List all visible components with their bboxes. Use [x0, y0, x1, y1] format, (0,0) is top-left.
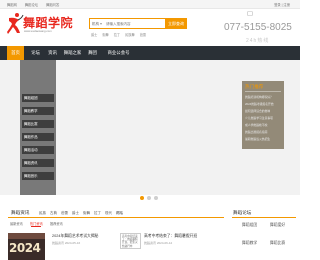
category-item[interactable]: 舞蹈活动	[22, 146, 54, 154]
nav-item-troupe[interactable]: 舞团	[84, 46, 101, 60]
category-item[interactable]: 舞蹈作品	[22, 133, 54, 141]
forum-link[interactable]: 舞蹈组团	[242, 223, 257, 228]
section-title: 舞蹈资讯	[11, 210, 30, 215]
news-image[interactable]: 高考中考结束了：舞蹈暑假开班，招生火热进行中	[120, 233, 141, 249]
nav-item-news[interactable]: 资讯	[44, 46, 61, 60]
hot-keyword[interactable]: 芭蕾	[140, 32, 146, 37]
phone-icon	[247, 11, 253, 16]
divider	[245, 91, 281, 92]
news-meta: 舞蹈资讯 2024-05-16	[52, 241, 81, 245]
site-logo[interactable]: 舞蹈学院 www.wudaowang.com	[6, 12, 73, 40]
top-link[interactable]: 舞蹈网	[7, 2, 17, 7]
news-section: 舞蹈资讯 民族 古典 芭蕾 爵士 街舞 拉丁 现代 踢踏 最新资讯 热门资讯 推…	[8, 208, 224, 260]
category-item[interactable]: 舞蹈资讯	[22, 159, 54, 167]
news-header: 舞蹈资讯 民族 古典 芭蕾 爵士 街舞 拉丁 现代 踢踏	[8, 208, 224, 218]
forum-panel: 舞蹈论坛 舞蹈组团 舞蹈爱好 舞蹈教学 舞蹈比赛	[232, 208, 296, 260]
login-register-link[interactable]: 登录 | 注册	[274, 2, 290, 7]
thumbnail-band	[8, 233, 45, 239]
category-item[interactable]: 舞蹈音乐	[22, 172, 54, 180]
nav-item-dance-home[interactable]: 舞蹈之家	[61, 46, 84, 60]
news-tab[interactable]: 踢踏	[116, 211, 123, 216]
nav-item-forum[interactable]: 论坛	[27, 46, 44, 60]
category-item[interactable]: 舞蹈组团	[22, 94, 54, 102]
carousel-dot[interactable]	[154, 196, 158, 200]
sub-tab[interactable]: 最新资讯	[10, 221, 23, 226]
category-item[interactable]: 舞蹈教学	[22, 107, 54, 115]
notice-item[interactable]: 如何选择适合的舞种	[245, 108, 283, 114]
thumbnail-year: 2024	[9, 241, 41, 255]
dancer-logo-icon	[7, 13, 24, 34]
news-meta: 舞蹈资讯 2024-06-12	[144, 241, 173, 245]
forum-header: 舞蹈论坛	[232, 208, 296, 218]
hot-keyword[interactable]: 拉丁	[114, 32, 120, 37]
hot-recommend-panel: 热门推荐 舞蹈培训机构哪家好？ 2024舞蹈考级报名开始 如何选择适合的舞种 少…	[242, 81, 284, 149]
forum-link[interactable]: 舞蹈比赛	[270, 241, 285, 246]
hotline-label: 24h热线	[246, 38, 270, 44]
news-thumbnail[interactable]: 2024	[8, 233, 45, 260]
logo-domain: www.wudaowang.com	[24, 29, 52, 33]
category-menu: 舞蹈组团 舞蹈教学 舞蹈比赛 舞蹈作品 舞蹈活动 舞蹈资讯 舞蹈音乐	[20, 60, 56, 195]
notice-item[interactable]: 舞蹈比赛报名指南	[245, 129, 283, 135]
top-link[interactable]: 舞蹈问答	[46, 2, 59, 7]
news-tab[interactable]: 街舞	[83, 211, 90, 216]
panel-title: 热门推荐	[245, 84, 264, 89]
news-tab[interactable]: 现代	[105, 211, 112, 216]
hotline-number: 077-5155-8025	[224, 22, 292, 33]
top-bar: 舞蹈网 舞蹈论坛 舞蹈问答 登录 | 注册	[0, 0, 300, 9]
hot-keywords: 爵士 街舞 拉丁 民族舞 芭蕾	[91, 32, 146, 37]
chevron-down-icon	[100, 23, 102, 25]
news-sub-tabs: 最新资讯 热门资讯 推荐资讯	[8, 221, 224, 228]
notice-item[interactable]: 少儿舞蹈学习注意事项	[245, 115, 283, 121]
section-title: 舞蹈论坛	[233, 210, 252, 215]
search-box: 机构 立即查询	[89, 18, 187, 29]
hot-keyword[interactable]: 爵士	[91, 32, 97, 37]
news-tab[interactable]: 民族	[39, 211, 46, 216]
carousel-dot[interactable]	[140, 196, 144, 200]
notice-item[interactable]: 成人学舞蹈晚不晚	[245, 122, 283, 128]
top-link[interactable]: 舞蹈论坛	[25, 2, 38, 7]
search-input[interactable]	[106, 20, 166, 28]
category-item[interactable]: 舞蹈比赛	[22, 120, 54, 128]
sub-tab[interactable]: 推荐资讯	[50, 221, 63, 226]
news-category-tabs: 民族 古典 芭蕾 爵士 街舞 拉丁 现代 踢踏	[39, 211, 123, 216]
site-header: 舞蹈学院 www.wudaowang.com 机构 立即查询 爵士 街舞 拉丁 …	[0, 9, 300, 46]
forum-link[interactable]: 舞蹈爱好	[270, 223, 285, 228]
forum-link[interactable]: 舞蹈教学	[242, 241, 257, 246]
hot-keyword[interactable]: 民族舞	[125, 32, 135, 37]
hot-keyword[interactable]: 街舞	[102, 32, 108, 37]
carousel-dot[interactable]	[147, 196, 151, 200]
notice-item[interactable]: 舞蹈培训机构哪家好？	[245, 94, 283, 100]
nav-item-home[interactable]: 首页	[7, 46, 24, 60]
nav-item-business[interactable]: 商业公会号	[104, 46, 133, 60]
news-title[interactable]: 2024年舞蹈艺术考试大揭秘	[52, 234, 98, 239]
notice-item[interactable]: 暑期舞蹈班火热招生	[245, 136, 283, 142]
top-links: 舞蹈网 舞蹈论坛 舞蹈问答	[7, 2, 59, 7]
news-tab[interactable]: 古典	[50, 211, 57, 216]
carousel-indicators	[140, 196, 158, 200]
news-title[interactable]: 高考中考结束了：舞蹈暑假开班	[144, 234, 197, 239]
news-tab[interactable]: 拉丁	[94, 211, 101, 216]
active-tab-underline	[31, 226, 41, 227]
news-tab[interactable]: 芭蕾	[61, 211, 68, 216]
notice-item[interactable]: 2024舞蹈考级报名开始	[245, 101, 283, 107]
news-tab[interactable]: 爵士	[72, 211, 79, 216]
search-type-select[interactable]: 机构	[92, 22, 99, 27]
search-button[interactable]: 立即查询	[165, 18, 187, 29]
main-nav: 首页 论坛 资讯 舞蹈之家 舞团 商业公会号	[0, 46, 300, 60]
